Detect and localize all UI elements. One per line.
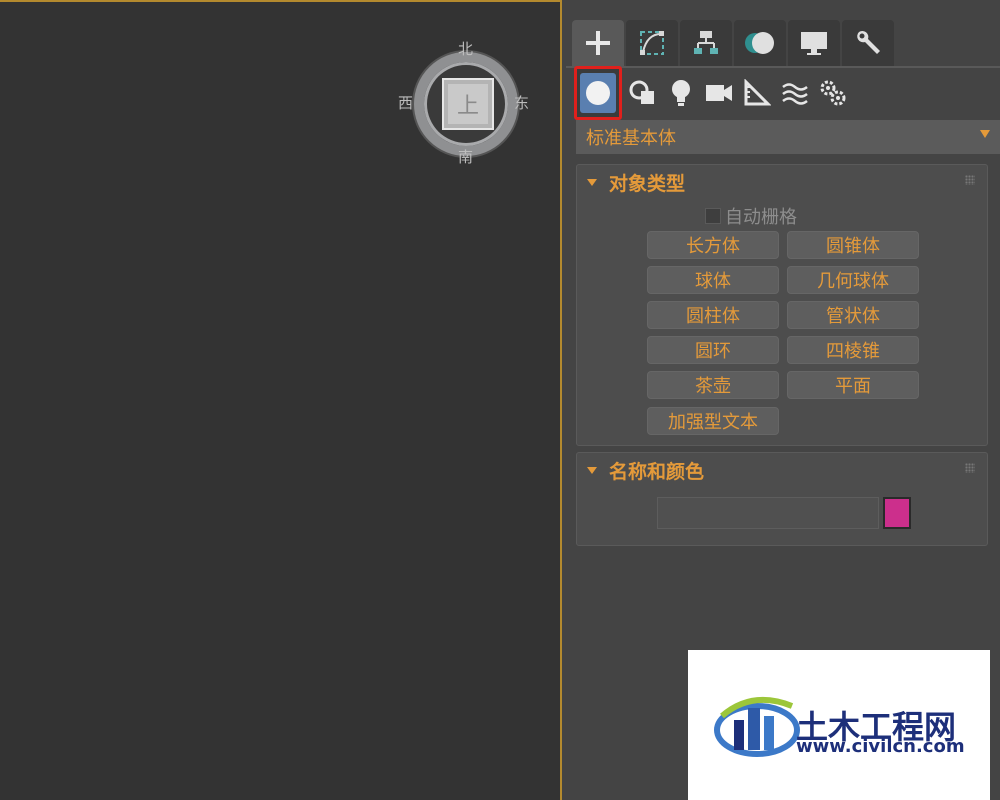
tab-create[interactable] (572, 20, 624, 66)
compass-north-label: 北 (458, 40, 474, 58)
rollout-grip-icon[interactable] (965, 175, 975, 185)
name-color-rollout: 名称和颜色 (576, 452, 988, 546)
torus-button[interactable]: 圆环 (647, 336, 779, 364)
viewcube-face-label: 上 (456, 94, 479, 119)
camera-icon (706, 85, 732, 101)
compass-west-label: 西 (398, 94, 414, 112)
viewcube[interactable]: 上 北 南 西 东 (398, 40, 529, 166)
tab-utilities[interactable] (842, 20, 894, 66)
teapot-button[interactable]: 茶壶 (647, 371, 779, 399)
object-color-swatch[interactable] (883, 497, 911, 529)
object-name-field[interactable] (657, 497, 879, 529)
motion-icon (745, 32, 774, 54)
tab-display[interactable] (788, 20, 840, 66)
pyramid-button[interactable]: 四棱锥 (787, 336, 919, 364)
tab-hierarchy[interactable] (680, 20, 732, 66)
category-helpers-button[interactable] (740, 73, 774, 113)
object-type-title: 对象类型 (609, 172, 686, 195)
wrench-icon (857, 30, 880, 54)
name-color-title: 名称和颜色 (609, 460, 705, 483)
viewcube-top-face[interactable]: 上 (442, 78, 494, 130)
sphere-button[interactable]: 球体 (647, 266, 779, 294)
autogrid-label: 自动栅格 (725, 207, 797, 228)
plus-icon (586, 31, 610, 55)
spacewarps-icon (782, 83, 808, 105)
category-lights-button[interactable] (664, 73, 698, 113)
object-type-rollout-header[interactable]: 对象类型 (577, 165, 987, 199)
chevron-down-icon (980, 130, 990, 138)
category-cameras-button[interactable] (702, 73, 736, 113)
autogrid-option[interactable]: 自动栅格 (705, 203, 797, 229)
hierarchy-icon (694, 31, 718, 54)
box-button[interactable]: 长方体 (647, 231, 779, 259)
rollout-grip-icon[interactable] (965, 463, 975, 473)
command-panel-tabs (572, 20, 894, 66)
cylinder-button[interactable]: 圆柱体 (647, 301, 779, 329)
create-category-bar (574, 66, 850, 120)
geometry-highlight (580, 73, 616, 113)
object-type-rollout: 对象类型 自动栅格 长方体 圆锥体 球体 几何球体 圆柱体 管状体 圆环 四棱锥… (576, 164, 988, 446)
tube-button[interactable]: 管状体 (787, 301, 919, 329)
watermark-overlay: 土木工程网 www.civilcn.com (688, 650, 990, 800)
compass-south-label: 南 (458, 148, 474, 166)
category-geometry-button[interactable] (574, 66, 622, 120)
cone-button[interactable]: 圆锥体 (787, 231, 919, 259)
geometry-sphere-icon (586, 81, 610, 105)
shapes-icon (629, 80, 654, 104)
compass-east-label: 东 (514, 94, 530, 112)
watermark-url: www.civilcn.com (796, 736, 965, 757)
tab-motion[interactable] (734, 20, 786, 66)
primitive-type-dropdown[interactable]: 标准基本体 (576, 120, 1000, 154)
display-monitor-icon (801, 32, 827, 55)
modify-curve-icon (640, 31, 664, 55)
textplus-button[interactable]: 加强型文本 (647, 407, 779, 435)
rollout-collapse-icon (587, 466, 597, 474)
perspective-viewport[interactable]: 上 北 南 西 东 (0, 0, 562, 800)
category-shapes-button[interactable] (626, 73, 660, 113)
category-systems-button[interactable] (816, 73, 850, 113)
primitive-type-value: 标准基本体 (586, 128, 676, 149)
light-bulb-icon (672, 80, 690, 106)
name-color-rollout-header[interactable]: 名称和颜色 (577, 453, 987, 487)
geosphere-button[interactable]: 几何球体 (787, 266, 919, 294)
helpers-ruler-icon (744, 79, 771, 106)
systems-gears-icon (820, 80, 846, 106)
civilcn-logo-icon (714, 697, 800, 757)
plane-button[interactable]: 平面 (787, 371, 919, 399)
category-spacewarps-button[interactable] (778, 73, 812, 113)
rollout-collapse-icon (587, 178, 597, 186)
autogrid-checkbox[interactable] (705, 208, 721, 224)
app-root: 上 北 南 西 东 标准基本体 对象类型 自动栅格 长方体 圆锥体 球体 几何球… (0, 0, 1000, 800)
tab-modify[interactable] (626, 20, 678, 66)
